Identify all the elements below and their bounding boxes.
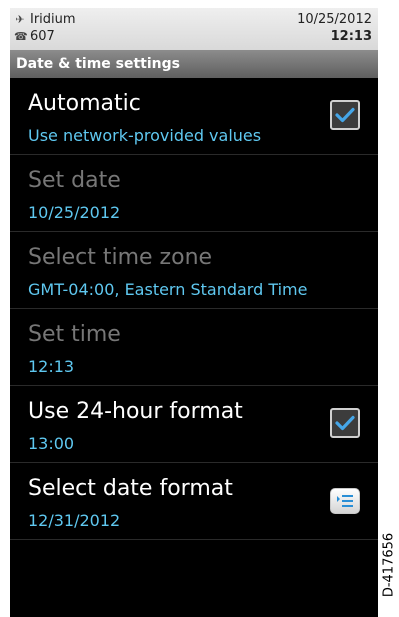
setting-title: Use 24-hour format	[28, 399, 243, 424]
setting-subtitle: 13:00	[28, 434, 75, 453]
setting-title: Select time zone	[28, 245, 213, 270]
phone-screen: ✈ Iridium ☎ 607 10/25/2012 12:13 Date & …	[10, 8, 378, 617]
date-format-menu-button[interactable]	[330, 488, 360, 514]
setting-title: Set time	[28, 322, 121, 347]
checkmark-icon	[335, 107, 355, 123]
handset-icon: ☎	[14, 30, 28, 43]
satellite-icon: ✈	[15, 13, 25, 26]
status-time: 12:13	[330, 29, 372, 44]
setting-automatic[interactable]: Automatic Use network-provided values	[10, 78, 378, 155]
figure-id-caption: D-417656	[381, 520, 397, 610]
setting-subtitle: Use network-provided values	[28, 126, 262, 145]
figure-id: D-417656	[381, 532, 397, 598]
settings-list: Automatic Use network-provided values Se…	[10, 78, 378, 540]
setting-subtitle: 10/25/2012	[28, 203, 121, 222]
status-date: 10/25/2012	[297, 12, 372, 27]
status-right: 10/25/2012 12:13	[297, 11, 372, 45]
setting-subtitle: 12:13	[28, 357, 75, 376]
checkmark-icon	[335, 415, 355, 431]
status-left: ✈ Iridium ☎ 607	[14, 11, 76, 45]
24-hour-checkbox[interactable]	[330, 408, 360, 438]
setting-subtitle: 12/31/2012	[28, 511, 121, 530]
status-bar: ✈ Iridium ☎ 607 10/25/2012 12:13	[10, 8, 378, 50]
setting-date-format[interactable]: Select date format 12/31/2012	[10, 463, 378, 540]
setting-set-date[interactable]: Set date 10/25/2012	[10, 155, 378, 232]
line-row: ☎ 607	[14, 28, 76, 45]
automatic-checkbox[interactable]	[330, 100, 360, 130]
setting-subtitle: GMT-04:00, Eastern Standard Time	[28, 280, 308, 299]
setting-time-zone[interactable]: Select time zone GMT-04:00, Eastern Stan…	[10, 232, 378, 309]
carrier-row: ✈ Iridium	[14, 11, 76, 28]
page-title: Date & time settings	[10, 50, 378, 78]
setting-set-time[interactable]: Set time 12:13	[10, 309, 378, 386]
carrier-name: Iridium	[30, 12, 76, 27]
setting-title: Automatic	[28, 91, 141, 116]
line-number: 607	[30, 29, 55, 44]
list-menu-icon	[337, 495, 353, 507]
setting-24-hour-format[interactable]: Use 24-hour format 13:00	[10, 386, 378, 463]
setting-title: Set date	[28, 168, 121, 193]
setting-title: Select date format	[28, 476, 233, 501]
